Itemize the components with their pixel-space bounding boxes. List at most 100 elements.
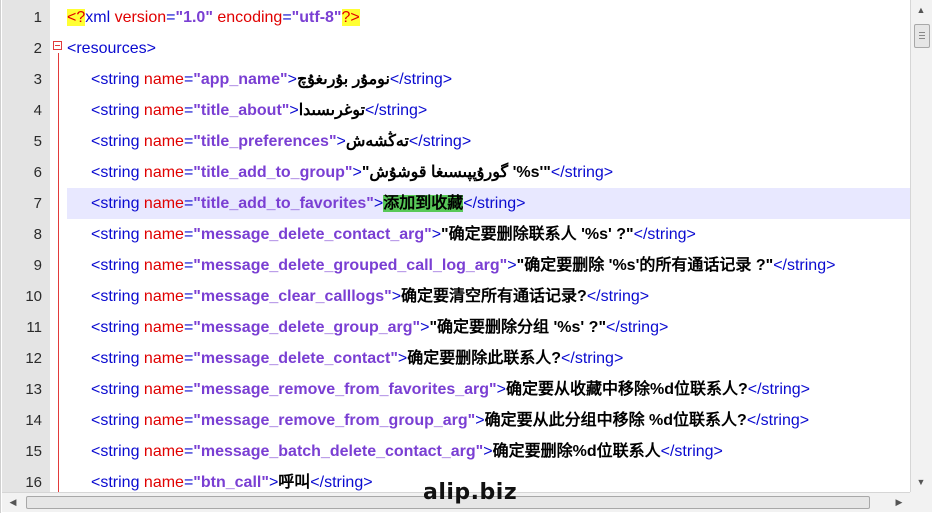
code-token: 确定要清空所有通话记录?: [401, 288, 587, 305]
code-token: <?: [67, 9, 86, 26]
code-area[interactable]: <?xml version="1.0" encoding="utf-8"?> <r…: [67, 0, 910, 492]
line-number: 15: [25, 443, 42, 460]
code-token: name: [143, 319, 184, 336]
code-token: ?>: [341, 9, 360, 26]
line-number: 8: [33, 226, 42, 243]
code-token: >: [352, 164, 362, 181]
code-token: "message_clear_calllogs": [193, 288, 392, 305]
code-token: "title_preferences": [193, 133, 337, 150]
code-token: 确定要删除%d位联系人: [492, 443, 661, 460]
scroll-right-icon[interactable]: ▶: [892, 495, 906, 509]
scrollbar-corner: [910, 492, 932, 512]
code-token: توغرىسىدا: [298, 102, 366, 119]
code-token: <string: [91, 195, 144, 212]
code-line[interactable]: <string name="message_delete_contact">确定…: [67, 343, 910, 374]
code-line[interactable]: <string name="message_remove_from_favori…: [67, 374, 910, 405]
fold-toggle-icon[interactable]: [53, 41, 62, 50]
code-token: name: [143, 350, 184, 367]
code-line[interactable]: <string name="title_add_to_favorites">添加…: [67, 188, 910, 219]
code-token: "گورۇپپىسىغا قوشۇش '%s'": [361, 164, 551, 181]
code-token: >: [475, 412, 485, 429]
code-token: name: [143, 226, 184, 243]
code-token: "message_delete_contact": [193, 350, 398, 367]
code-token: name: [143, 164, 184, 181]
code-token: </string>: [633, 226, 696, 243]
code-token: name: [143, 195, 184, 212]
code-token: <string: [91, 350, 144, 367]
code-token: "确定要删除分组 '%s' ?": [429, 319, 607, 336]
code-token: name: [143, 381, 184, 398]
code-token: 确定要从收藏中移除%d位联系人?: [505, 381, 748, 398]
code-token: =: [183, 319, 194, 336]
code-token: <string: [91, 381, 144, 398]
code-line[interactable]: <?xml version="1.0" encoding="utf-8"?>: [67, 2, 910, 33]
code-token: =: [183, 164, 194, 181]
code-token: </string>: [408, 133, 472, 150]
code-token: </string>: [561, 350, 624, 367]
code-token: name: [143, 71, 184, 88]
code-token: </string>: [463, 195, 526, 212]
code-line[interactable]: <string name="message_remove_from_group_…: [67, 405, 910, 436]
code-token: </string>: [389, 71, 453, 88]
code-line[interactable]: <string name="message_batch_delete_conta…: [67, 436, 910, 467]
scroll-left-icon[interactable]: ◀: [6, 495, 20, 509]
code-token: =: [183, 350, 194, 367]
code-token: <string: [91, 319, 144, 336]
code-token: =: [183, 257, 194, 274]
code-token: "确定要删除 '%s'的所有通话记录 ?": [516, 257, 774, 274]
code-line[interactable]: <string name="title_preferences">تەڭشەش<…: [67, 126, 910, 157]
code-token: <string: [91, 226, 144, 243]
code-token: "message_remove_from_favorites_arg": [193, 381, 497, 398]
line-number: 11: [26, 319, 42, 336]
code-token: </string>: [586, 288, 650, 305]
code-token: name: [143, 474, 184, 491]
code-token: "message_remove_from_group_arg": [193, 412, 476, 429]
code-line[interactable]: <string name="title_about">توغرىسىدا</st…: [67, 95, 910, 126]
line-number: 12: [25, 350, 42, 367]
code-token: name: [143, 412, 184, 429]
code-token: "app_name": [193, 71, 288, 88]
code-token: =: [282, 9, 292, 26]
code-token: <string: [91, 288, 144, 305]
code-token: </string>: [747, 381, 811, 398]
code-token: </string>: [773, 257, 836, 274]
code-line[interactable]: <resources>: [67, 33, 910, 64]
vertical-scrollbar[interactable]: ▲ ▼: [910, 0, 932, 492]
code-token: =: [183, 102, 194, 119]
code-token: name: [143, 288, 184, 305]
line-number: 5: [33, 133, 42, 150]
code-token: "1.0": [175, 9, 213, 26]
code-line[interactable]: <string name="message_delete_group_arg">…: [67, 312, 910, 343]
code-line[interactable]: <string name="message_clear_calllogs">确定…: [67, 281, 910, 312]
code-token: =: [183, 474, 194, 491]
code-line[interactable]: <string name="title_add_to_group">"گورۇپ…: [67, 157, 910, 188]
code-token: </string>: [746, 412, 810, 429]
line-number: 6: [33, 164, 42, 181]
scroll-up-icon[interactable]: ▲: [914, 3, 928, 17]
code-token: <resources>: [67, 40, 156, 57]
code-token: >: [431, 226, 442, 243]
code-token: </string>: [550, 164, 614, 181]
code-line[interactable]: <string name="app_name">نومۇر بۇرىغۇچ</s…: [67, 64, 910, 95]
code-line[interactable]: <string name="message_delete_contact_arg…: [67, 219, 910, 250]
code-token: "message_delete_contact_arg": [193, 226, 432, 243]
xml-editor[interactable]: 1 2 3 4 5 6 7 8 9 10 11 12 13 14 15 16 <?xml version="1…: [0, 0, 933, 513]
code-token: =: [183, 195, 194, 212]
code-token: =: [183, 381, 194, 398]
scroll-down-icon[interactable]: ▼: [914, 475, 928, 489]
watermark: alip.biz: [423, 480, 518, 505]
code-token: =: [183, 133, 194, 150]
code-token: =: [183, 71, 194, 88]
code-token: "title_add_to_group": [193, 164, 353, 181]
fold-line: [58, 53, 59, 492]
code-token: 确定要从此分组中移除 %d位联系人?: [484, 412, 747, 429]
code-token: <string: [91, 412, 144, 429]
code-token: 添加到收藏: [383, 195, 464, 212]
code-token: >: [391, 288, 402, 305]
code-line[interactable]: <string name="message_delete_grouped_cal…: [67, 250, 910, 281]
vertical-scroll-thumb[interactable]: [914, 24, 930, 48]
code-token: name: [143, 443, 184, 460]
line-number: 9: [33, 257, 42, 274]
code-token: 呼叫: [278, 474, 311, 491]
code-token: <string: [91, 102, 144, 119]
